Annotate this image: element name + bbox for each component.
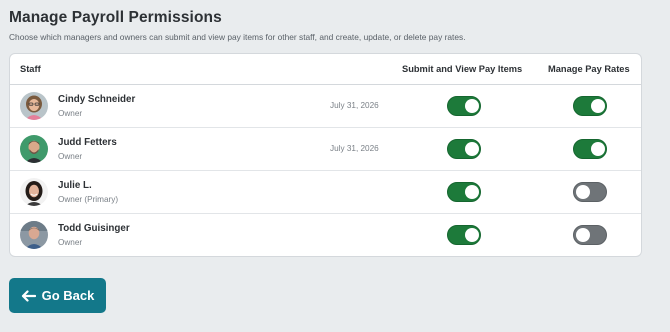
- header-manage-rates: Manage Pay Rates: [548, 64, 630, 74]
- toggle-knob: [591, 142, 605, 156]
- staff-role: Owner: [58, 109, 83, 118]
- manage-rates-toggle[interactable]: [573, 96, 607, 116]
- toggle-knob: [591, 99, 605, 113]
- toggle-knob: [576, 185, 590, 199]
- go-back-button[interactable]: Go Back: [9, 278, 106, 313]
- avatar: [20, 178, 48, 206]
- staff-date: July 31, 2026: [330, 144, 379, 153]
- toggle-knob: [576, 228, 590, 242]
- table-header: Staff Submit and View Pay Items Manage P…: [10, 54, 641, 85]
- staff-name: Judd Fetters: [58, 137, 117, 148]
- staff-name: Todd Guisinger: [58, 223, 130, 234]
- staff-role: Owner: [58, 152, 83, 161]
- staff-name: Julie L.: [58, 180, 92, 191]
- submit-view-toggle[interactable]: [447, 139, 481, 159]
- toggle-knob: [465, 99, 479, 113]
- toggle-knob: [465, 142, 479, 156]
- table-row: Cindy Schneider Owner July 31, 2026: [10, 85, 641, 128]
- page-subtitle: Choose which managers and owners can sub…: [9, 32, 466, 42]
- staff-role: Owner (Primary): [58, 195, 119, 204]
- submit-view-toggle[interactable]: [447, 225, 481, 245]
- submit-view-toggle[interactable]: [447, 182, 481, 202]
- avatar: [20, 92, 48, 120]
- header-submit-view: Submit and View Pay Items: [402, 64, 523, 74]
- table-row: Julie L. Owner (Primary): [10, 171, 641, 214]
- manage-rates-toggle[interactable]: [573, 139, 607, 159]
- submit-view-toggle[interactable]: [447, 96, 481, 116]
- arrow-left-icon: [21, 289, 36, 302]
- toggle-knob: [465, 228, 479, 242]
- staff-name: Cindy Schneider: [58, 94, 136, 105]
- page-title: Manage Payroll Permissions: [9, 9, 222, 26]
- avatar: [20, 135, 48, 163]
- table-row: Judd Fetters Owner July 31, 2026: [10, 128, 641, 171]
- table-row: Todd Guisinger Owner: [10, 214, 641, 256]
- go-back-label: Go Back: [41, 288, 95, 303]
- staff-role: Owner: [58, 238, 83, 247]
- avatar: [20, 221, 48, 249]
- staff-date: July 31, 2026: [330, 101, 379, 110]
- toggle-knob: [465, 185, 479, 199]
- manage-rates-toggle[interactable]: [573, 182, 607, 202]
- header-staff: Staff: [20, 64, 41, 74]
- manage-rates-toggle[interactable]: [573, 225, 607, 245]
- permissions-table: Staff Submit and View Pay Items Manage P…: [9, 53, 642, 257]
